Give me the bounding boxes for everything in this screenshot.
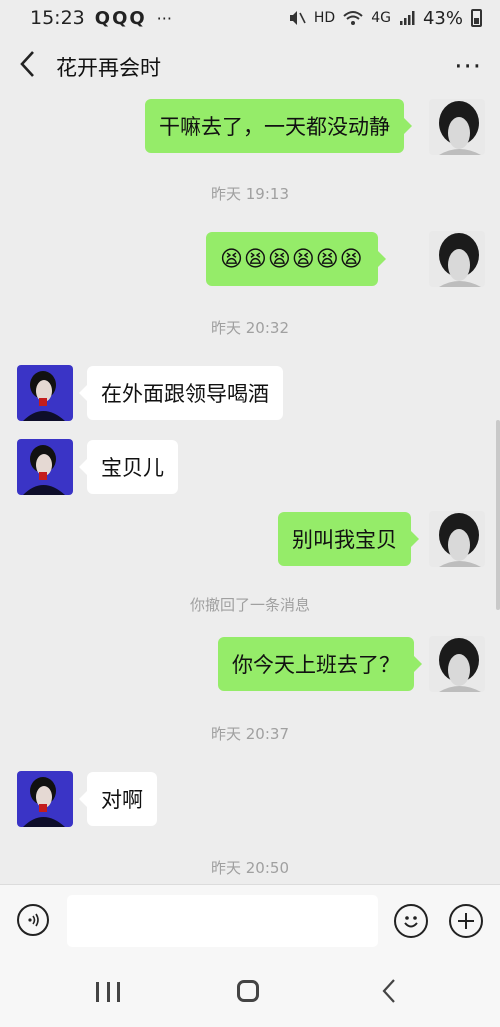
time-divider: 昨天 20:32: [211, 319, 289, 337]
nav-back-icon: [382, 979, 395, 1003]
plus-icon: [458, 913, 474, 929]
wifi-icon: [343, 11, 363, 25]
my-avatar[interactable]: [429, 231, 485, 287]
status-time: 15:23: [30, 7, 85, 29]
signal-bars-icon: [399, 11, 415, 25]
time-divider: 昨天 19:13: [211, 185, 289, 203]
message-input[interactable]: [67, 895, 378, 947]
recent-apps-button[interactable]: [96, 982, 120, 1002]
chat-title: 花开再会时: [56, 56, 161, 80]
chat-header: 花开再会时 ···: [0, 36, 500, 98]
voice-button[interactable]: [17, 904, 49, 936]
more-options-button[interactable]: ···: [454, 52, 482, 82]
battery-icon: [471, 9, 482, 27]
contact-avatar[interactable]: [17, 439, 73, 495]
message-bubble-received[interactable]: 在外面跟领导喝酒: [79, 366, 283, 420]
system-back-button[interactable]: [381, 978, 397, 1011]
hd-icon: HD: [313, 10, 336, 26]
message-bubble-sent[interactable]: 你今天上班去了？: [218, 637, 422, 691]
time-divider: 昨天 20:37: [211, 725, 289, 743]
signal-4g-icon: 4G: [371, 10, 391, 26]
recall-notice: 你撤回了一条消息: [189, 596, 310, 614]
battery-percent: 43%: [422, 7, 463, 29]
emoji-button[interactable]: [394, 904, 428, 938]
home-button[interactable]: [237, 980, 259, 1002]
contact-avatar[interactable]: [17, 771, 73, 827]
message-bubble-sent[interactable]: 😫😫😫😫😫😫: [206, 232, 386, 286]
scrollbar[interactable]: [496, 420, 500, 610]
my-avatar[interactable]: [429, 511, 485, 567]
status-bar: 15:23 QQQ ··· HD 4G 43%: [0, 0, 500, 36]
qq-notification-icons: QQQ: [94, 7, 147, 29]
status-left: 15:23 QQQ ···: [30, 7, 172, 29]
emoji-icon: [404, 916, 418, 928]
back-button[interactable]: [18, 49, 54, 85]
input-bar: [0, 884, 500, 957]
message-bubble-sent[interactable]: 别叫我宝贝: [278, 512, 419, 566]
message-bubble-received[interactable]: 对啊: [79, 772, 157, 826]
chevron-left-icon: [20, 51, 34, 77]
mute-icon: [289, 11, 306, 25]
my-avatar[interactable]: [429, 636, 485, 692]
message-bubble-sent[interactable]: 干嘛去了，一天都没动静: [145, 99, 412, 153]
my-avatar[interactable]: [429, 99, 485, 155]
contact-avatar[interactable]: [17, 365, 73, 421]
more-notifications-icon: ···: [156, 8, 172, 28]
system-nav-bar: [0, 956, 500, 1027]
voice-icon: [28, 913, 39, 927]
plus-button[interactable]: [449, 904, 483, 938]
status-right: HD 4G 43%: [288, 8, 482, 29]
time-divider: 昨天 20:50: [211, 859, 289, 877]
message-bubble-received[interactable]: 宝贝儿: [79, 440, 178, 494]
